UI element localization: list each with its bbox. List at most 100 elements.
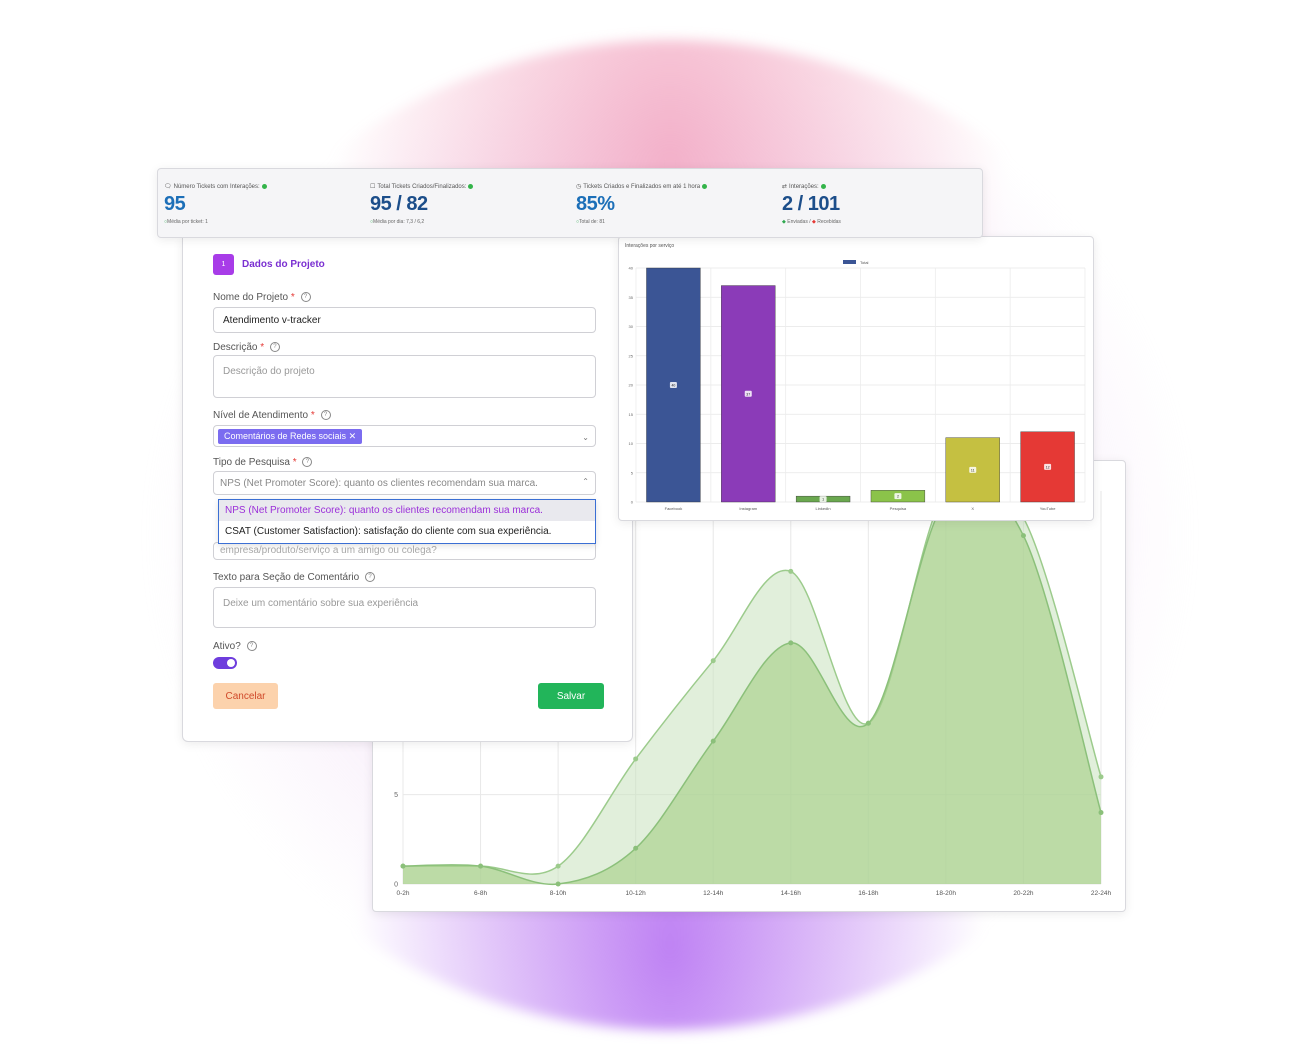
data-label: 12 — [1046, 465, 1050, 469]
help-icon[interactable]: ? — [300, 292, 311, 303]
data-point — [400, 863, 406, 869]
cancel-button[interactable]: Cancelar — [213, 683, 278, 709]
survey-type-dropdown: NPS (Net Promoter Score): quanto os clie… — [218, 499, 596, 544]
help-icon[interactable]: ? — [246, 641, 257, 652]
survey-question-textarea[interactable]: empresa/produto/serviço a um amigo ou co… — [213, 542, 596, 560]
comment-textarea[interactable]: Deixe um comentário sobre sua experiênci… — [213, 587, 596, 628]
x-tick-label: Facebook — [665, 506, 683, 511]
data-label: 2 — [897, 495, 899, 499]
x-tick-label: Pesquisa — [890, 506, 907, 511]
project-name-label: Nome do Projeto * ? — [213, 292, 311, 303]
required-mark: * — [290, 292, 295, 303]
y-tick-label: 35 — [629, 295, 634, 300]
data-point — [788, 640, 794, 646]
info-icon[interactable] — [820, 184, 826, 189]
clock-icon: ◷ — [576, 184, 582, 190]
info-icon[interactable] — [702, 184, 708, 189]
bar-chart-title: Interações por serviço — [625, 243, 674, 249]
section-title: Dados do Projeto — [242, 259, 325, 270]
x-tick-label: 0-2h — [396, 890, 409, 897]
x-tick-label: 18-20h — [936, 890, 957, 897]
x-tick-label: YouTube — [1040, 506, 1056, 511]
y-tick-label: 20 — [629, 383, 634, 388]
y-tick-label: 5 — [631, 470, 634, 475]
data-point — [555, 881, 561, 887]
kpi-value: 2 / 101 — [782, 193, 840, 215]
x-tick-label: Instagram — [739, 506, 757, 511]
data-point — [478, 863, 484, 869]
data-point — [1020, 533, 1026, 539]
service-level-tag[interactable]: Comentários de Redes sociais ✕ — [218, 429, 363, 444]
kpi-value: 95 / 82 — [370, 193, 428, 215]
save-button[interactable]: Salvar — [538, 683, 604, 709]
data-point — [710, 658, 716, 664]
help-icon[interactable]: ? — [364, 572, 375, 583]
y-tick-label: 5 — [394, 792, 398, 799]
help-icon[interactable]: ? — [269, 342, 280, 353]
remove-tag-icon[interactable]: ✕ — [349, 431, 357, 441]
kpi-bar: 🗨 Número Tickets com Interações: 95 ○Médi… — [157, 168, 983, 238]
survey-option-nps[interactable]: NPS (Net Promoter Score): quanto os clie… — [219, 500, 595, 521]
data-point — [1098, 810, 1104, 816]
chat-icon: 🗨 — [164, 184, 172, 190]
data-point — [865, 720, 871, 726]
x-tick-label: 8-10h — [550, 890, 567, 897]
project-name-input[interactable]: Atendimento v-tracker — [213, 307, 596, 333]
legend-label: Total — [860, 260, 869, 265]
section-header: 1 Dados do Projeto — [213, 254, 325, 275]
kpi-interactions: ⇄ Interações: 2 / 101 ◆ Enviadas / ◆ Rece… — [776, 169, 982, 237]
help-icon[interactable]: ? — [320, 410, 331, 421]
required-mark: * — [292, 457, 297, 468]
survey-option-csat[interactable]: CSAT (Customer Satisfaction): satisfação… — [219, 521, 595, 542]
kpi-tickets-interactions: 🗨 Número Tickets com Interações: 95 ○Médi… — [158, 169, 364, 237]
x-tick-label: 14-16h — [781, 890, 802, 897]
data-point — [788, 568, 794, 574]
y-tick-label: 15 — [629, 412, 634, 417]
x-tick-label: 12-14h — [703, 890, 724, 897]
active-toggle[interactable] — [213, 657, 237, 669]
x-tick-label: 6-8h — [474, 890, 487, 897]
interactions-bar-chart: Interações por serviço Total 0 5 10 15 20 25 30 3… — [625, 243, 1086, 511]
y-tick-label: 30 — [629, 324, 634, 329]
chevron-up-icon[interactable]: ⌃ — [582, 477, 589, 486]
kpi-tickets-created-finished: ☐ Total Tickets Criados/Finalizados: 95 /… — [364, 169, 570, 237]
chevron-down-icon[interactable]: ⌄ — [582, 433, 589, 442]
x-tick-label: 20-22h — [1013, 890, 1034, 897]
info-icon[interactable] — [468, 184, 474, 189]
survey-type-label: Tipo de Pesquisa * ? — [213, 457, 313, 468]
description-label: Descrição * ? — [213, 342, 280, 353]
y-tick-label: 10 — [629, 441, 634, 446]
project-form-card: 1 Dados do Projeto Nome do Projeto * ? A… — [182, 236, 633, 742]
kpi-tickets-1hour: ◷ Tickets Criados e Finalizados em até 1 … — [570, 169, 776, 237]
x-tick-label: X — [971, 506, 974, 511]
survey-type-select[interactable]: NPS (Net Promoter Score): quanto os clie… — [213, 471, 596, 495]
kpi-value: 85% — [576, 193, 615, 215]
y-tick-label: 0 — [394, 882, 398, 889]
exchange-icon: ⇄ — [782, 184, 788, 190]
data-label: 11 — [971, 468, 975, 472]
required-mark: * — [260, 342, 265, 353]
y-tick-label: 0 — [631, 500, 634, 505]
data-point — [633, 756, 639, 762]
data-point — [710, 738, 716, 744]
arrow-up-icon: ◆ — [782, 219, 786, 225]
ticket-icon: ☐ — [370, 184, 376, 190]
data-label: 1 — [822, 498, 824, 502]
service-level-select[interactable]: Comentários de Redes sociais ✕ ⌄ — [213, 425, 596, 447]
data-point — [555, 863, 561, 869]
service-level-label: Nível de Atendimento * ? — [213, 410, 331, 421]
arrow-down-icon: ◆ — [812, 219, 816, 225]
x-tick-label: 10-12h — [626, 890, 647, 897]
y-tick-label: 40 — [629, 266, 634, 271]
data-point — [1098, 774, 1104, 780]
kpi-value: 95 — [164, 193, 186, 215]
description-textarea[interactable]: Descrição do projeto — [213, 355, 596, 398]
info-icon[interactable] — [261, 184, 267, 189]
comment-label: Texto para Seção de Comentário ? — [213, 572, 375, 583]
help-icon[interactable]: ? — [302, 457, 313, 468]
y-tick-label: 25 — [629, 353, 634, 358]
step-badge: 1 — [213, 254, 234, 275]
data-label: 40 — [671, 384, 675, 388]
legend-swatch — [843, 260, 856, 264]
active-label: Ativo? ? — [213, 641, 257, 652]
